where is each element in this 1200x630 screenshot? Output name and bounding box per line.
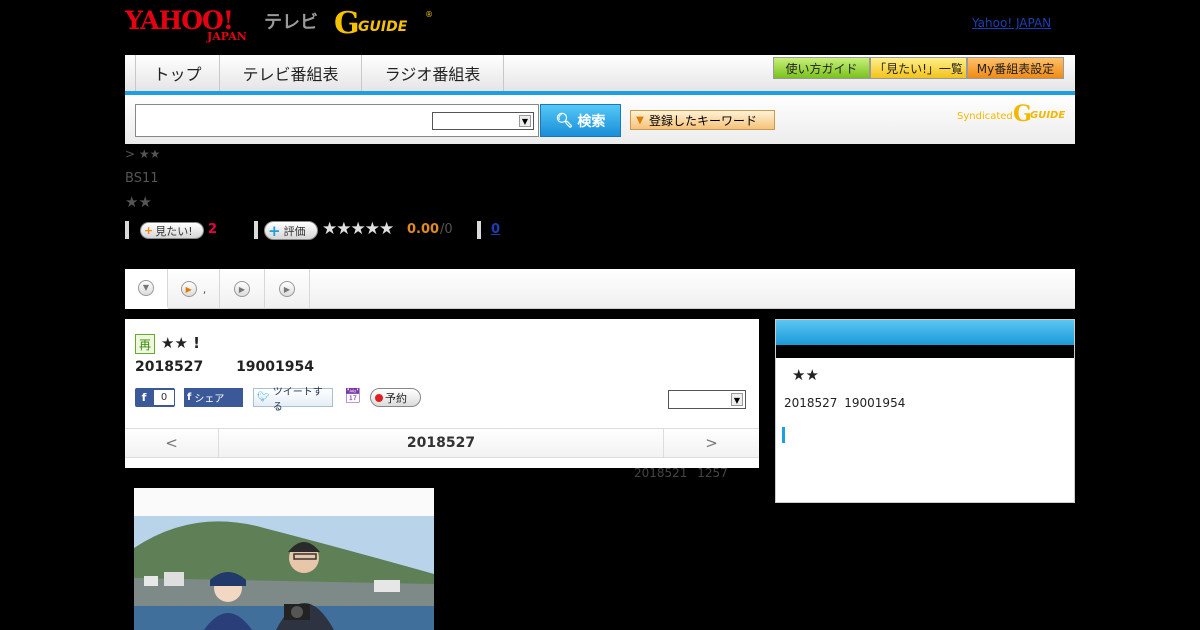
search-category-select[interactable]: ▼ xyxy=(432,112,534,130)
syndicated-g-logo: G xyxy=(1013,101,1032,127)
search-icon: 🔍︎ xyxy=(555,112,574,129)
triangle-down-icon: ▼ xyxy=(636,114,644,126)
channel-name: BS11 xyxy=(125,171,159,186)
tweet-label: ツイートする xyxy=(272,386,323,413)
want-to-watch-button[interactable]: + 見たい! xyxy=(140,222,204,239)
tab-overview[interactable]: ▼ xyxy=(125,269,168,309)
reserve-recording-button[interactable]: 予約 xyxy=(370,388,421,407)
episode-panel: 再 ★★ ! 2018527 19001954 f 0 f シェア 🐦︎ ツイー… xyxy=(125,319,759,468)
play-icon: ▶ xyxy=(234,281,250,297)
last-updated: 2018521 1257 xyxy=(634,466,728,480)
review-count-link[interactable]: 0 xyxy=(491,222,500,237)
yahoo-japan-link[interactable]: Yahoo! JAPAN xyxy=(972,16,1051,30)
rerun-badge: 再 xyxy=(135,334,155,354)
my-listings-settings-button[interactable]: My番組表設定 xyxy=(967,57,1064,79)
registered-mark: ® xyxy=(425,10,433,19)
saved-keywords-button[interactable]: ▼ 登録したキーワード xyxy=(630,110,775,130)
plus-icon: + xyxy=(268,221,281,240)
add-calendar-icon[interactable]: 📅︎ xyxy=(344,388,362,404)
divider xyxy=(477,221,481,239)
side-panel-header xyxy=(776,320,1074,345)
prev-date-button[interactable]: < xyxy=(125,429,219,457)
japan-logo-text: JAPAN xyxy=(207,30,247,43)
facebook-share-button[interactable]: f シェア xyxy=(184,388,243,407)
episode-datetime: 2018527 19001954 xyxy=(135,359,314,375)
tv-logo[interactable]: テレビ xyxy=(264,8,318,34)
facebook-like-button[interactable]: f 0 xyxy=(135,388,175,407)
breadcrumb[interactable]: > ★★ xyxy=(125,147,160,161)
want-to-watch-label: 見たい! xyxy=(155,224,193,238)
tab-4[interactable]: ▶ xyxy=(265,269,310,309)
facebook-icon: f xyxy=(187,392,192,403)
want-to-watch-list-button[interactable]: 「見たい!」一覧 xyxy=(870,57,967,79)
syndicated-text: Syndicated xyxy=(957,111,1013,122)
facebook-like-count: 0 xyxy=(154,390,174,405)
plus-icon: + xyxy=(144,224,154,237)
gguide-g: G xyxy=(334,6,360,41)
yahoo-japan-logo[interactable]: YAHOO! JAPAN xyxy=(125,6,261,43)
facebook-share-label: シェア xyxy=(194,394,225,405)
chevron-down-icon: ▼ xyxy=(731,393,743,406)
program-photo xyxy=(134,488,434,630)
nav-tab-tv-listings[interactable]: テレビ番組表 xyxy=(220,55,362,91)
tweet-button[interactable]: 🐦︎ ツイートする xyxy=(253,387,333,413)
facebook-icon: f xyxy=(141,391,147,404)
episode-select[interactable]: ▼ xyxy=(668,390,746,409)
nav-tab-top[interactable]: トップ xyxy=(135,55,220,91)
rating-stars: ★★★★★ xyxy=(322,219,394,239)
episode-title: ★★ ! xyxy=(161,334,200,352)
search-button[interactable]: 🔍︎ 検索 xyxy=(540,104,621,137)
program-tabs: ▼ ▶ , ▶ ▶ xyxy=(125,269,1075,309)
next-date-button[interactable]: > xyxy=(663,429,759,457)
usage-guide-button[interactable]: 使い方ガイド xyxy=(773,57,870,79)
program-title: ★★ xyxy=(125,193,152,211)
nav-tab-radio-listings[interactable]: ラジオ番組表 xyxy=(362,55,504,91)
main-nav: トップ テレビ番組表 ラジオ番組表 使い方ガイド 「見たい!」一覧 My番組表設… xyxy=(125,55,1075,95)
rate-button[interactable]: + 評価 xyxy=(264,221,318,240)
side-section-marker xyxy=(782,427,785,443)
chevron-down-icon: ▼ xyxy=(519,115,531,127)
play-icon: ▶ xyxy=(180,281,197,297)
chevron-down-icon: ▼ xyxy=(138,279,154,296)
gguide-text: GUIDE xyxy=(358,19,408,35)
rating-value: 0.00 xyxy=(407,222,440,237)
current-date: 2018527 xyxy=(406,435,476,451)
side-panel: ★★ 2018527 19001954 xyxy=(775,319,1075,503)
twitter-bird-icon: 🐦︎ xyxy=(257,392,270,403)
tab-2[interactable]: ▶ , xyxy=(168,269,220,309)
side-panel-header-band xyxy=(776,345,1074,358)
tab-2-label: , xyxy=(202,282,207,296)
search-button-label: 検索 xyxy=(577,113,606,130)
side-program-title: ★★ xyxy=(792,366,819,384)
tab-3[interactable]: ▶ xyxy=(220,269,265,309)
rate-label: 評価 xyxy=(283,224,306,238)
saved-keywords-label: 登録したキーワード xyxy=(649,113,758,128)
program-photo-image xyxy=(134,488,434,630)
reserve-label: 予約 xyxy=(385,391,407,405)
divider xyxy=(125,221,129,239)
date-navigation: < 2018527 > xyxy=(125,428,759,458)
rating-count: /0 xyxy=(440,222,453,237)
play-icon: ▶ xyxy=(279,281,295,297)
divider xyxy=(254,221,258,239)
syndicated-guide-logo: GUIDE xyxy=(1030,110,1066,121)
want-to-watch-count: 2 xyxy=(208,222,218,237)
record-dot-icon xyxy=(375,393,383,402)
side-program-datetime: 2018527 19001954 xyxy=(784,396,906,410)
gguide-logo[interactable]: G GUIDE ® xyxy=(334,6,434,41)
search-bar: ▼ 🔍︎ 検索 ▼ 登録したキーワード Syndicated G GUIDE xyxy=(125,95,1075,144)
